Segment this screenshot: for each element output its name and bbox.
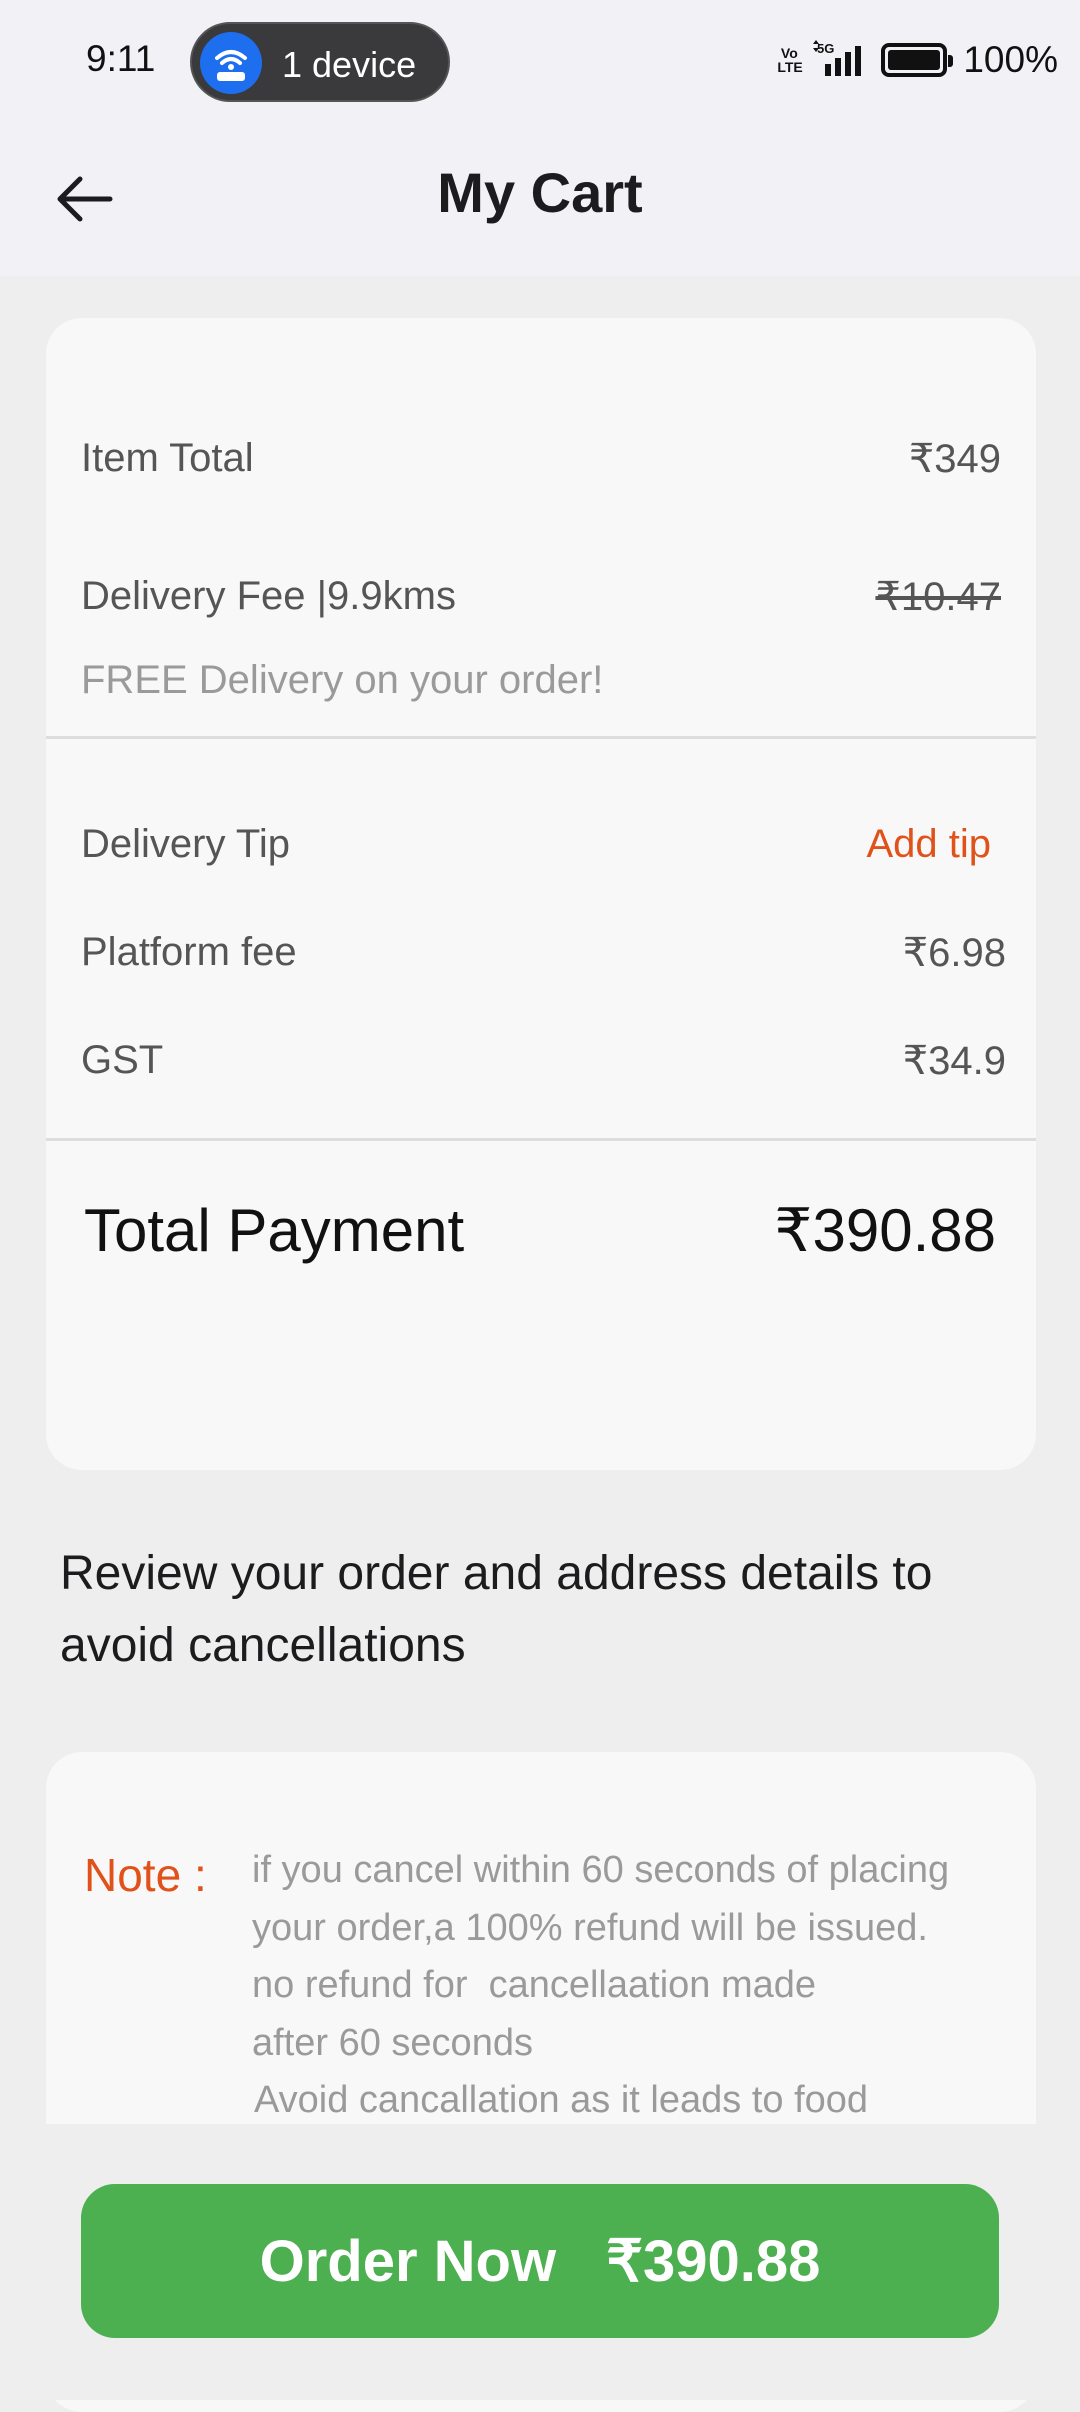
- hotspot-label: 1 device: [282, 44, 417, 85]
- item-total-value: ₹349: [908, 437, 1001, 481]
- review-notice: Review your order and address details to…: [60, 1547, 933, 1672]
- note-line: Avoid cancallation as it leads to food: [254, 2079, 869, 2121]
- free-delivery-text: FREE Delivery on your order!: [81, 658, 604, 702]
- item-total-row: Item Total ₹349: [81, 436, 1001, 481]
- note-line: your order,a 100% refund will be issued.: [252, 1906, 928, 1949]
- delivery-fee-row: Delivery Fee |9.9kms ₹10.47: [81, 574, 1001, 619]
- delivery-tip-label: Delivery Tip: [81, 822, 290, 866]
- item-total-label: Item Total: [81, 436, 254, 480]
- status-icons: Vo LTE 5G 100%: [777, 36, 1058, 84]
- order-now-label: Order Now: [259, 2228, 557, 2294]
- platform-fee-value: ₹6.98: [902, 931, 1006, 975]
- divider: [46, 1138, 1036, 1141]
- delivery-fee-label: Delivery Fee |9.9kms: [81, 574, 456, 618]
- hotspot-icon: [200, 32, 262, 94]
- battery-icon: [881, 43, 954, 77]
- battery-percent: 100%: [963, 39, 1058, 80]
- gst-label: GST: [81, 1038, 164, 1082]
- order-now-button[interactable]: Order Now ₹390.88: [81, 2184, 999, 2338]
- note-line: after 60 seconds: [252, 2021, 533, 2064]
- note-label: Note :: [84, 1849, 207, 1901]
- divider: [46, 736, 1036, 739]
- network-type-label: 5G: [817, 41, 834, 56]
- signal-5g-icon: 5G: [813, 40, 862, 76]
- bottom-bar: Order Now ₹390.88: [0, 2124, 1080, 2400]
- note-line: if you cancel within 60 seconds of placi…: [252, 1849, 950, 1891]
- app-bar: My Cart: [0, 124, 1080, 276]
- bill-summary-card: Item Total ₹349 Delivery Fee |9.9kms ₹10…: [46, 318, 1036, 1470]
- gst-value: ₹34.9: [902, 1039, 1006, 1083]
- gst-row: GST ₹34.9: [81, 1038, 1006, 1083]
- add-tip-button[interactable]: Add tip: [866, 822, 991, 867]
- total-payment-value: ₹390.88: [774, 1197, 996, 1264]
- page-title: My Cart: [437, 161, 643, 224]
- note-body: if you cancel within 60 seconds of placi…: [252, 1842, 1032, 2130]
- volte-icon: Vo LTE: [777, 45, 803, 75]
- total-payment-row: Total Payment ₹390.88: [84, 1196, 996, 1265]
- platform-fee-row: Platform fee ₹6.98: [81, 930, 1006, 975]
- delivery-tip-row: Delivery Tip Add tip: [81, 822, 1001, 867]
- status-time: 9:11: [86, 38, 156, 79]
- note-line: no refund for cancellaation made: [252, 1964, 817, 2006]
- delivery-fee-value: ₹10.47: [875, 575, 1001, 619]
- hotspot-indicator[interactable]: 1 device: [190, 22, 450, 102]
- order-now-amount: ₹390.88: [606, 2229, 821, 2294]
- total-payment-label: Total Payment: [84, 1197, 465, 1264]
- status-bar: 9:11 1 device Vo LTE 5G 100%: [0, 0, 1080, 124]
- platform-fee-label: Platform fee: [81, 930, 297, 974]
